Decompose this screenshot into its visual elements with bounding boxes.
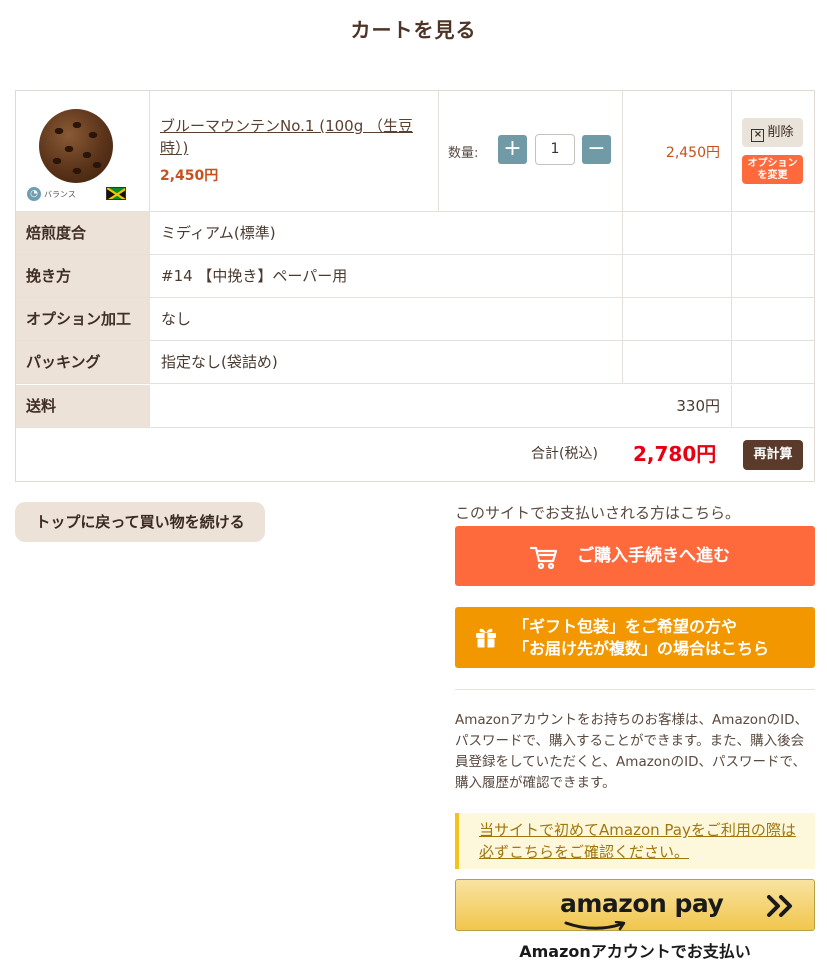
product-unit-price: 2,450円 (160, 168, 219, 184)
empty-cell (732, 212, 814, 254)
shipping-price: 330円 (676, 397, 720, 415)
empty-cell (732, 385, 814, 427)
option-label: 挽き方 (16, 255, 150, 297)
empty-cell (732, 341, 814, 383)
shipping-value-cell: 330円 (150, 385, 732, 427)
gift-label-line1: 「ギフト包装」をご希望の方や (513, 617, 738, 636)
product-name-link[interactable]: ブルーマウンテンNo.1 (100g （生豆時）) (160, 115, 430, 159)
checkout-label: ご購入手続きへ進む (577, 546, 730, 566)
shipping-label: 送料 (16, 385, 150, 427)
amazon-pay-button[interactable]: amazon pay (455, 879, 815, 931)
option-row-roast: 焙煎度合 ミディアム(標準) (16, 212, 814, 255)
checkout-button[interactable]: ご購入手続きへ進む (455, 526, 815, 586)
recalculate-button[interactable]: 再計算 (743, 440, 803, 470)
amazon-notice-link[interactable]: 当サイトで初めてAmazon Payをご利用の際は必ずこちらをご確認ください。 (479, 819, 809, 863)
change-options-label-1: オプション (747, 158, 798, 169)
total-label: 合計(税込) (531, 446, 598, 462)
change-options-label-2: を変更 (757, 170, 788, 181)
gift-multi-address-button[interactable]: 「ギフト包装」をご希望の方や 「お届け先が複数」の場合はこちら (455, 607, 815, 668)
option-value: 指定なし(袋詰め) (150, 341, 623, 383)
shipping-row: 送料 330円 (16, 385, 814, 428)
empty-cell (732, 298, 814, 340)
change-options-button[interactable]: オプション を変更 (742, 155, 803, 184)
option-row-grind: 挽き方 #14 【中挽き】ペーパー用 (16, 255, 814, 298)
amazon-notice-box: 当サイトで初めてAmazon Payをご利用の際は必ずこちらをご確認ください。 (455, 813, 815, 869)
total-row: 合計(税込) 2,780円 再計算 (16, 428, 814, 481)
jamaica-flag-icon (106, 187, 126, 200)
amazon-account-label: Amazonアカウントでお支払い (519, 942, 751, 961)
gift-label-line2: 「お届け先が複数」の場合はこちら (513, 639, 770, 658)
delete-icon: × (751, 129, 765, 142)
product-image[interactable] (39, 109, 113, 183)
empty-cell (623, 212, 732, 254)
line-total-price: 2,450円 (665, 145, 720, 161)
option-row-processing: オプション加工 なし (16, 298, 814, 341)
option-label: 焙煎度合 (16, 212, 150, 254)
amazon-description: Amazonアカウントをお持ちのお客様は、AmazonのID、パスワードで、購入… (455, 712, 808, 791)
divider (455, 689, 815, 690)
product-image-cell: ◔ バランス (16, 91, 150, 211)
actions-cell: × 削除 オプション を変更 (732, 91, 814, 211)
continue-shopping-button[interactable]: トップに戻って買い物を続ける (15, 502, 265, 542)
option-row-packing: パッキング 指定なし(袋詰め) (16, 341, 814, 384)
balance-icon: ◔ (27, 187, 41, 201)
cart-table: ◔ バランス ブルーマウンテンNo.1 (100g （生豆時）) 2,450円 … (15, 90, 815, 482)
quantity-input[interactable]: 1 (535, 134, 575, 165)
option-label: オプション加工 (16, 298, 150, 340)
empty-cell (623, 341, 732, 383)
empty-cell (623, 255, 732, 297)
delete-button[interactable]: × 削除 (742, 118, 803, 147)
empty-cell (623, 298, 732, 340)
delete-label: 削除 (767, 125, 794, 140)
gift-icon (474, 625, 498, 653)
empty-cell (732, 255, 814, 297)
quantity-decrease-button[interactable]: − (582, 135, 611, 164)
quantity-increase-button[interactable]: + (498, 135, 527, 164)
amazon-pay-logo: amazon pay (560, 889, 724, 918)
line-price-cell: 2,450円 (623, 91, 732, 211)
cart-product-row: ◔ バランス ブルーマウンテンNo.1 (100g （生豆時）) 2,450円 … (16, 91, 814, 212)
total-price: 2,780円 (633, 442, 717, 466)
amazon-smile-icon (564, 916, 628, 935)
quantity-cell: 数量: + 1 − (439, 91, 623, 211)
product-name-cell: ブルーマウンテンNo.1 (100g （生豆時）) 2,450円 (150, 91, 439, 211)
option-value: なし (150, 298, 623, 340)
double-chevron-right-icon (766, 894, 794, 922)
page-title: カートを見る (350, 18, 477, 42)
pay-note: このサイトでお支払いされる方はこちら。 (455, 504, 741, 522)
quantity-label: 数量: (448, 146, 479, 161)
cart-icon (529, 542, 559, 575)
balance-label: バランス (44, 190, 76, 199)
option-label: パッキング (16, 341, 150, 383)
option-value: #14 【中挽き】ペーパー用 (150, 255, 623, 297)
option-value: ミディアム(標準) (150, 212, 623, 254)
